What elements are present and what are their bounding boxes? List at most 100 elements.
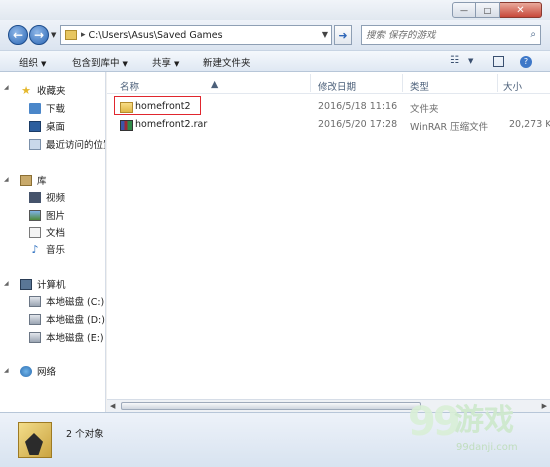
address-bar[interactable]: ▸ C:\Users\Asus\Saved Games ▼ — [60, 25, 332, 45]
chevron-down-icon[interactable]: ▼ — [322, 30, 328, 39]
minimize-button[interactable]: — — [452, 2, 476, 18]
column-size[interactable]: 大小 — [503, 79, 522, 93]
organize-menu[interactable]: 组织 ▼ — [19, 55, 46, 69]
chevron-down-icon: ▼ — [122, 60, 128, 68]
recent-pages-dropdown[interactable]: ▼ — [51, 31, 56, 39]
nav-computer-label: 计算机 — [37, 280, 66, 291]
recent-places-icon — [29, 138, 41, 150]
nav-libraries[interactable]: 库 — [20, 173, 47, 187]
nav-favorites[interactable]: ★ 收藏夹 — [20, 83, 65, 98]
nav-recent-places[interactable]: 最近访问的位置 — [29, 137, 106, 151]
back-button[interactable]: ← — [8, 25, 28, 45]
explorer-window: — □ ✕ ← → ▼ ▸ C:\Users\Asus\Saved Games … — [0, 0, 550, 467]
expand-caret-icon[interactable]: ◢ — [4, 176, 9, 183]
scrollbar-thumb[interactable] — [121, 402, 421, 410]
column-divider[interactable] — [497, 74, 498, 92]
title-bar: — □ ✕ — [0, 0, 550, 20]
video-icon — [29, 191, 41, 203]
nav-pictures-label: 图片 — [46, 211, 66, 222]
document-icon — [29, 226, 41, 238]
column-type[interactable]: 类型 — [410, 79, 429, 93]
nav-videos[interactable]: 视频 — [29, 190, 65, 204]
column-divider[interactable] — [402, 74, 403, 92]
nav-computer[interactable]: 计算机 — [20, 277, 66, 291]
nav-pictures[interactable]: 图片 — [29, 208, 65, 222]
nav-disk-c-label: 本地磁盘 (C:) — [46, 297, 105, 308]
column-header-row: ▲ 名称 修改日期 类型 大小 — [107, 72, 550, 94]
refresh-icon: ➜ — [338, 28, 348, 42]
music-note-icon: ♪ — [31, 242, 39, 256]
column-modified[interactable]: 修改日期 — [318, 79, 356, 93]
picture-icon — [29, 209, 41, 221]
folder-icon — [65, 30, 77, 40]
share-menu[interactable]: 共享 ▼ — [152, 55, 179, 69]
sort-caret-icon: ▲ — [211, 79, 219, 90]
include-in-library-menu[interactable]: 包含到库中 ▼ — [72, 55, 128, 69]
star-icon: ★ — [21, 83, 31, 97]
winrar-archive-icon — [120, 120, 133, 131]
navigation-pane: ◢ ★ 收藏夹 下载 桌面 最近访问的位置 ◢ 库 视频 图片 文档 ♪ 音乐 ◢ … — [0, 72, 106, 412]
nav-desktop[interactable]: 桌面 — [29, 119, 65, 133]
library-icon — [20, 174, 32, 186]
nav-disk-d-label: 本地磁盘 (D:) — [46, 315, 105, 326]
share-label: 共享 — [152, 58, 172, 69]
site-watermark: 99 游戏 99danji.com — [408, 402, 548, 464]
arrow-right-icon: → — [33, 28, 45, 42]
help-icon[interactable]: ? — [520, 56, 532, 68]
column-divider[interactable] — [310, 74, 311, 92]
downloads-folder-icon — [29, 102, 41, 114]
file-row[interactable]: homefront2.rar 2016/5/20 17:28 WinRAR 压缩… — [107, 116, 550, 134]
file-size: 20,273 K — [509, 119, 550, 130]
nav-disk-d[interactable]: 本地磁盘 (D:) — [29, 312, 105, 326]
expand-caret-icon[interactable]: ◢ — [4, 280, 9, 287]
forward-button[interactable]: → — [29, 25, 49, 45]
include-label: 包含到库中 — [72, 58, 120, 69]
nav-disk-e-label: 本地磁盘 (E:) — [46, 333, 104, 344]
chevron-down-icon[interactable]: ▼ — [468, 57, 473, 65]
view-options-icon[interactable]: ☷ — [450, 55, 459, 66]
expand-caret-icon[interactable]: ◢ — [4, 367, 9, 374]
command-bar: 组织 ▼ 包含到库中 ▼ 共享 ▼ 新建文件夹 ☷ ▼ ? — [0, 50, 550, 72]
nav-downloads[interactable]: 下载 — [29, 101, 65, 115]
arrow-left-icon: ← — [12, 28, 24, 42]
scroll-left-icon[interactable]: ◀ — [110, 402, 115, 410]
search-box[interactable]: ⌕ — [361, 25, 541, 45]
expand-caret-icon[interactable]: ◢ — [4, 84, 9, 91]
refresh-button[interactable]: ➜ — [334, 25, 352, 45]
chevron-down-icon: ▼ — [51, 31, 57, 39]
file-name: homefront2.rar — [135, 119, 208, 130]
network-icon — [20, 365, 32, 377]
chevron-down-icon: ▼ — [174, 60, 180, 68]
nav-network[interactable]: 网络 — [20, 364, 56, 378]
nav-music[interactable]: ♪ 音乐 — [29, 242, 66, 257]
close-button[interactable]: ✕ — [500, 2, 542, 18]
preview-pane-icon[interactable] — [493, 56, 504, 67]
nav-disk-c[interactable]: 本地磁盘 (C:) — [29, 294, 104, 308]
breadcrumb-separator[interactable]: ▸ — [81, 30, 86, 40]
maximize-button[interactable]: □ — [476, 2, 500, 18]
nav-documents[interactable]: 文档 — [29, 225, 65, 239]
nav-videos-label: 视频 — [46, 193, 66, 204]
new-folder-button[interactable]: 新建文件夹 — [203, 55, 251, 69]
column-name[interactable]: 名称 — [120, 79, 139, 93]
hard-disk-icon — [29, 331, 41, 343]
organize-label: 组织 — [19, 58, 39, 69]
nav-downloads-label: 下载 — [46, 104, 66, 115]
search-icon[interactable]: ⌕ — [530, 29, 536, 40]
hard-disk-icon — [29, 295, 41, 307]
nav-network-label: 网络 — [37, 367, 57, 378]
nav-documents-label: 文档 — [46, 228, 66, 239]
nav-disk-e[interactable]: 本地磁盘 (E:) — [29, 330, 104, 344]
computer-icon — [20, 278, 32, 290]
file-modified: 2016/5/18 11:16 — [318, 101, 398, 112]
nav-recent-label: 最近访问的位置 — [46, 140, 106, 151]
nav-music-label: 音乐 — [46, 245, 66, 256]
watermark-url: 99danji.com — [456, 442, 518, 453]
file-modified: 2016/5/20 17:28 — [318, 119, 398, 130]
file-type: WinRAR 压缩文件 — [410, 122, 489, 133]
watermark-logo: 99 — [408, 399, 461, 445]
search-input[interactable] — [362, 29, 522, 41]
nav-desktop-label: 桌面 — [46, 122, 66, 133]
desktop-icon — [29, 120, 41, 132]
address-path[interactable]: C:\Users\Asus\Saved Games — [89, 30, 223, 41]
